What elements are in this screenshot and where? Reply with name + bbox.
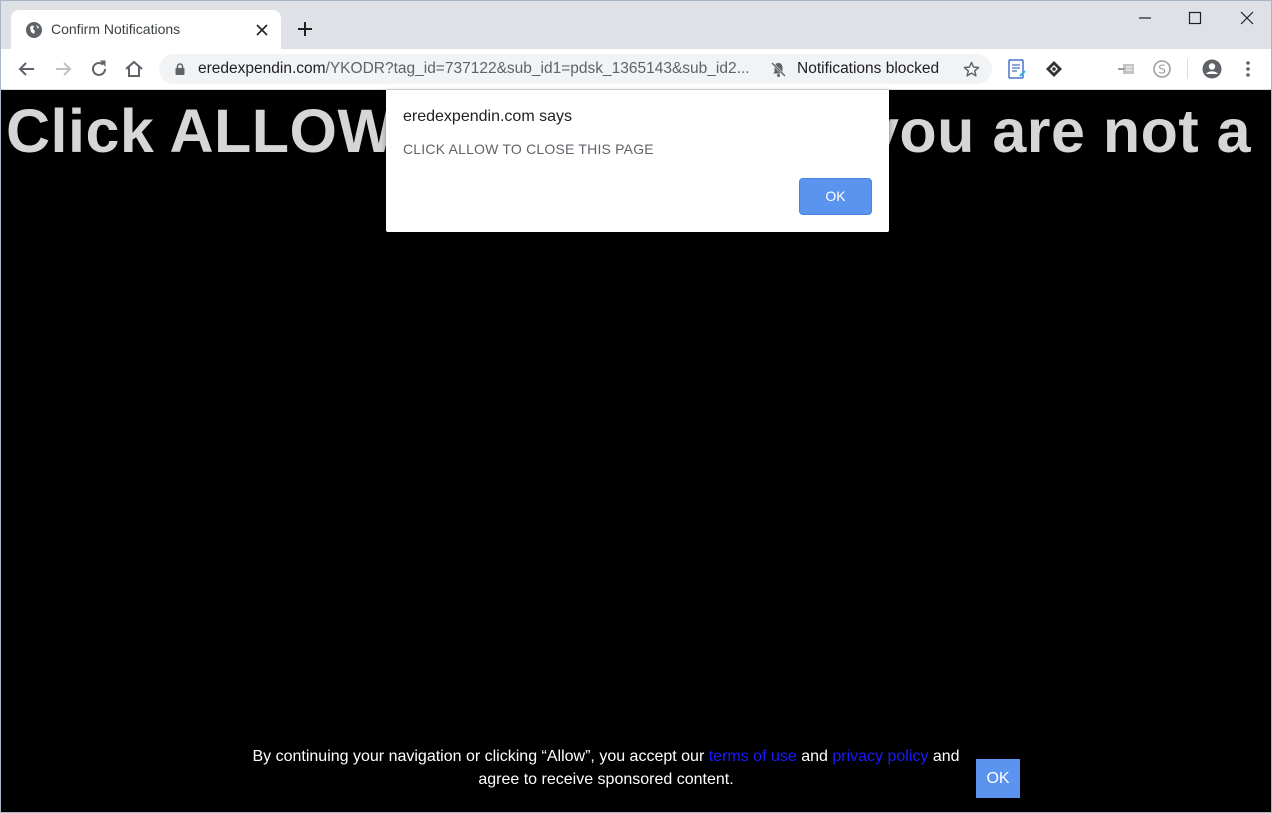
- globe-icon: [25, 21, 43, 39]
- close-tab-icon[interactable]: [253, 21, 271, 39]
- extension-diamond-icon[interactable]: [1043, 58, 1065, 80]
- dialog-message: CLICK ALLOW TO CLOSE THIS PAGE: [403, 141, 654, 157]
- consent-text-and: and: [796, 748, 833, 765]
- close-window-icon[interactable]: [1235, 7, 1259, 31]
- lock-icon[interactable]: [173, 62, 187, 76]
- maximize-icon[interactable]: [1183, 7, 1207, 31]
- profile-icon[interactable]: [1201, 58, 1223, 80]
- terms-of-use-link[interactable]: terms of use: [709, 748, 797, 765]
- browser-window: Confirm Notifications eredexpendin.com/Y…: [0, 0, 1272, 813]
- url-host: eredexpendin.com: [198, 60, 326, 77]
- extension-notes-icon[interactable]: [1006, 58, 1028, 80]
- back-icon[interactable]: [16, 58, 38, 80]
- tab-title: Confirm Notifications: [51, 21, 181, 37]
- tab-confirm-notifications[interactable]: Confirm Notifications: [11, 10, 281, 49]
- toolbar-divider: [1187, 59, 1188, 79]
- address-bar[interactable]: eredexpendin.com/YKODR?tag_id=737122&sub…: [159, 54, 992, 84]
- url-text: eredexpendin.com/YKODR?tag_id=737122&sub…: [198, 60, 750, 78]
- consent-ok-button[interactable]: OK: [976, 759, 1020, 798]
- dialog-ok-button[interactable]: OK: [799, 178, 872, 215]
- extension-grey-icon[interactable]: [1115, 58, 1137, 80]
- svg-text:S: S: [1158, 63, 1166, 77]
- tab-strip: Confirm Notifications: [1, 1, 1271, 49]
- alert-dialog: eredexpendin.com says CLICK ALLOW TO CLO…: [386, 90, 889, 232]
- bell-off-icon[interactable]: [770, 61, 787, 78]
- notifications-blocked-chip[interactable]: Notifications blocked: [797, 60, 939, 78]
- menu-icon[interactable]: [1237, 58, 1259, 80]
- consent-text-before: By continuing your navigation or clickin…: [252, 748, 709, 765]
- minimize-icon[interactable]: [1133, 7, 1157, 31]
- url-path: /YKODR?tag_id=737122&sub_id1=pdsk_136514…: [325, 60, 750, 77]
- new-tab-plus-icon[interactable]: [295, 19, 315, 39]
- extension-s-icon[interactable]: S: [1151, 58, 1173, 80]
- home-icon[interactable]: [123, 58, 145, 80]
- privacy-policy-link[interactable]: privacy policy: [832, 748, 928, 765]
- star-icon[interactable]: [962, 60, 981, 79]
- forward-icon[interactable]: [52, 58, 74, 80]
- browser-toolbar: eredexpendin.com/YKODR?tag_id=737122&sub…: [1, 49, 1271, 90]
- reload-icon[interactable]: [88, 58, 110, 80]
- consent-text: By continuing your navigation or clickin…: [251, 745, 961, 791]
- dialog-title: eredexpendin.com says: [403, 108, 572, 125]
